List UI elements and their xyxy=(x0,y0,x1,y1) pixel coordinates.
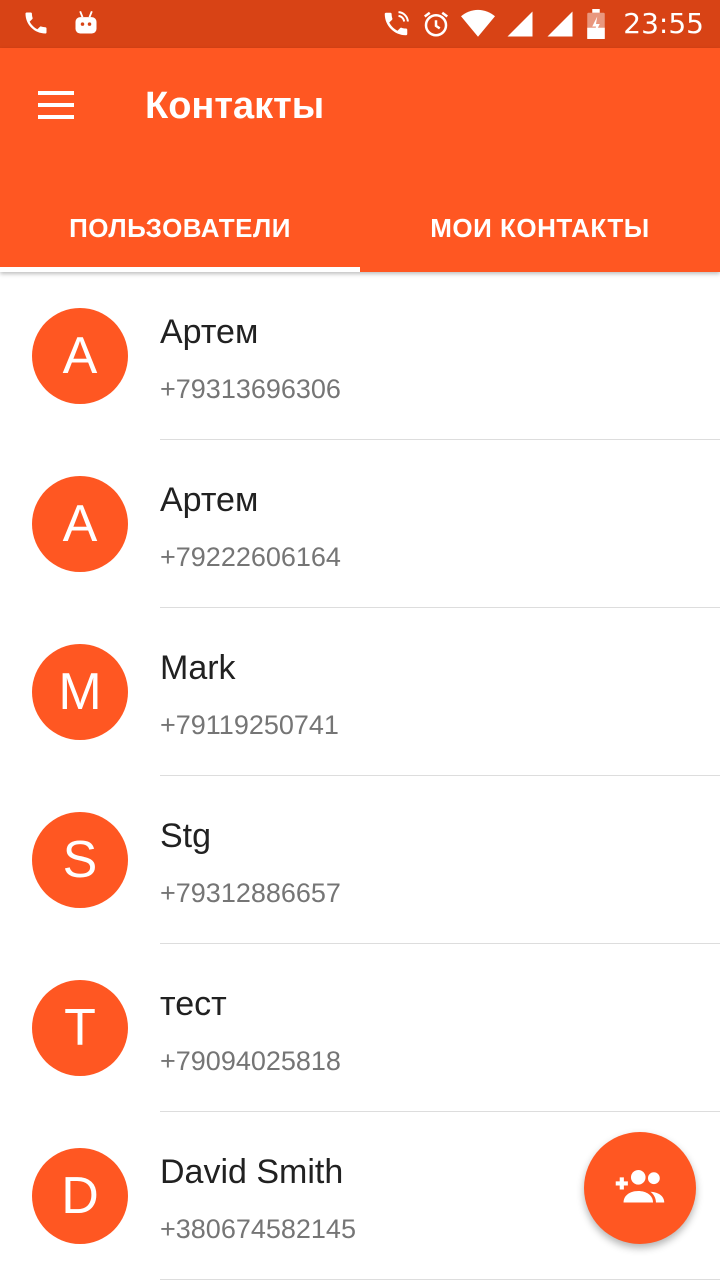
avatar: T xyxy=(32,980,128,1076)
tab-bar: ПОЛЬЗОВАТЕЛИ МОИ КОНТАКТЫ xyxy=(0,184,720,272)
add-contact-button[interactable] xyxy=(584,1132,696,1244)
contact-phone: +79312886657 xyxy=(160,878,341,908)
app-bar: Контакты ПОЛЬЗОВАТЕЛИ МОИ КОНТАКТЫ xyxy=(0,48,720,272)
contact-row[interactable]: А Артем +79313696306 xyxy=(0,272,720,440)
avatar: D xyxy=(32,1148,128,1244)
contact-row[interactable]: T тест +79094025818 xyxy=(0,944,720,1112)
avatar: А xyxy=(32,476,128,572)
contact-phone: +79222606164 xyxy=(160,542,341,572)
status-bar: 23:55 xyxy=(0,0,720,48)
tab-label: ПОЛЬЗОВАТЕЛИ xyxy=(69,212,291,243)
contact-name: Mark xyxy=(160,649,236,687)
contact-row[interactable]: А Артем +79222606164 xyxy=(0,440,720,608)
avatar: M xyxy=(32,644,128,740)
contact-row[interactable]: M Mark +79119250741 xyxy=(0,608,720,776)
contact-name: Stg xyxy=(160,817,212,855)
signal-icon xyxy=(545,9,575,39)
alarm-icon xyxy=(421,9,451,39)
contact-row[interactable]: S Stg +79312886657 xyxy=(0,776,720,944)
contact-phone: +79094025818 xyxy=(160,1046,341,1076)
contact-name: тест xyxy=(160,985,227,1023)
contact-list: А Артем +79313696306 А Артем +7922260616… xyxy=(0,272,720,1280)
tab-label: МОИ КОНТАКТЫ xyxy=(430,212,650,243)
contact-name: David Smith xyxy=(160,1153,344,1191)
add-contact-icon xyxy=(614,1166,666,1211)
contact-name: Артем xyxy=(160,313,259,351)
avatar: А xyxy=(32,308,128,404)
contact-name: Артем xyxy=(160,481,259,519)
wifi-icon xyxy=(461,9,496,39)
tab-users[interactable]: ПОЛЬЗОВАТЕЛИ xyxy=(0,184,360,272)
hamburger-menu-icon[interactable] xyxy=(22,78,78,134)
contact-phone: +380674582145 xyxy=(160,1214,356,1244)
android-icon xyxy=(72,9,100,37)
battery-charging-icon xyxy=(585,9,607,39)
phone-icon xyxy=(22,9,50,37)
wifi-call-icon xyxy=(381,9,411,39)
clock-time: 23:55 xyxy=(623,7,704,40)
contact-phone: +79313696306 xyxy=(160,374,341,404)
contact-phone: +79119250741 xyxy=(160,710,339,740)
signal-icon xyxy=(505,9,535,39)
avatar: S xyxy=(32,812,128,908)
page-title: Контакты xyxy=(145,85,325,127)
tab-my-contacts[interactable]: МОИ КОНТАКТЫ xyxy=(360,184,720,272)
